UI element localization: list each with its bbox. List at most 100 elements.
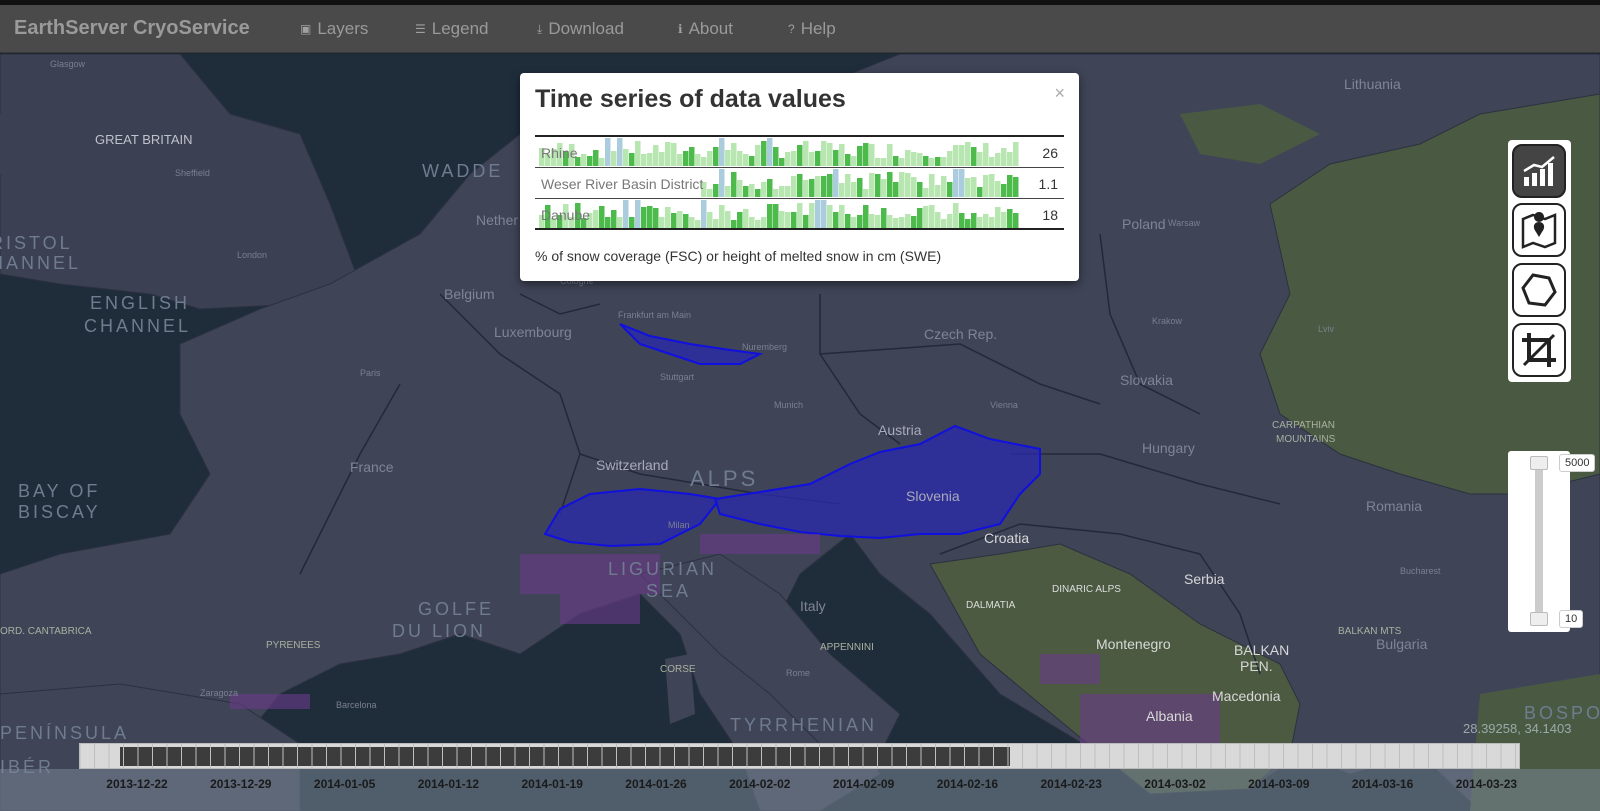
spark-bar	[755, 145, 761, 166]
series-name: Rhine	[541, 145, 578, 161]
spark-bar	[1013, 142, 1019, 166]
nav-about[interactable]: ℹ About	[678, 19, 733, 39]
region-tool-button[interactable]	[1512, 203, 1566, 257]
nav-download[interactable]: ⤓ Download	[537, 19, 624, 39]
polygon-icon	[1521, 273, 1557, 307]
spark-bar	[809, 179, 815, 197]
spark-bar	[947, 182, 953, 197]
spark-bar	[965, 142, 971, 166]
map-label-ligurian-1: LIGURIAN	[608, 559, 718, 579]
spark-bar	[647, 206, 653, 228]
nav-help[interactable]: ? Help	[788, 19, 836, 39]
spark-bar	[761, 141, 767, 166]
spark-bar	[953, 203, 959, 228]
nav-layers[interactable]: ▣ Layers	[300, 19, 368, 39]
map-label-paris: Paris	[360, 368, 381, 378]
map-label-albania: Albania	[1146, 708, 1193, 724]
spark-bar	[965, 219, 971, 228]
map-label-wadden: WADDE	[422, 161, 504, 181]
spark-bar	[845, 174, 851, 197]
spark-bar	[887, 172, 893, 197]
spark-bar	[803, 215, 809, 228]
spark-bar	[623, 200, 629, 228]
spark-bar	[881, 208, 887, 228]
series-row-weser[interactable]: Weser River Basin District 1.1	[535, 168, 1064, 199]
crop-icon	[1522, 333, 1556, 367]
elevation-max-handle[interactable]	[1530, 456, 1548, 470]
map-label-balkan-pen-2: PEN.	[1240, 658, 1273, 674]
series-row-danube[interactable]: Danube 18	[535, 199, 1064, 230]
nav-download-label: Download	[548, 19, 624, 38]
spark-bar	[887, 144, 893, 166]
spark-bar	[809, 203, 815, 228]
series-name: Danube	[541, 207, 591, 223]
spark-bar	[773, 147, 779, 166]
series-value: 26	[1042, 145, 1058, 161]
spark-bar	[623, 149, 629, 166]
elevation-track[interactable]	[1535, 465, 1543, 619]
spark-bar	[659, 217, 665, 228]
spark-bar	[593, 150, 599, 166]
spark-bar	[587, 156, 593, 166]
map-label-frankfurt: Frankfurt am Main	[618, 310, 692, 320]
map-label-apennini: APPENNINI	[820, 642, 874, 653]
elevation-min-handle[interactable]	[1530, 612, 1548, 626]
nav-legend[interactable]: ☰ Legend	[415, 19, 489, 39]
spark-bar	[689, 217, 695, 228]
spark-bar	[617, 217, 623, 228]
map-label-montenegro: Montenegro	[1096, 636, 1171, 652]
spark-bar	[809, 152, 815, 166]
polygon-tool-button[interactable]	[1512, 263, 1566, 317]
spark-bar	[875, 215, 881, 228]
spark-bar	[749, 156, 755, 166]
map-label-carpathian-2: MOUNTAINS	[1276, 434, 1336, 445]
series-row-rhine[interactable]: Rhine 26	[535, 137, 1064, 168]
spark-bar	[755, 189, 761, 197]
map-pin-icon	[1521, 212, 1557, 249]
map-label-milan: Milan	[668, 520, 690, 530]
spark-bar	[947, 151, 953, 166]
spark-bar	[671, 213, 677, 228]
map-label-poland: Poland	[1122, 216, 1166, 232]
spark-bar	[833, 169, 839, 197]
spark-bar	[719, 205, 725, 228]
spark-bar	[761, 182, 767, 197]
map-label-london: London	[237, 250, 268, 260]
spark-bar	[713, 184, 719, 197]
spark-bar	[689, 147, 695, 166]
chart-icon	[1523, 156, 1555, 186]
spark-bar	[941, 176, 947, 197]
chart-tool-button[interactable]	[1512, 144, 1566, 198]
spark-bar	[983, 175, 989, 197]
map-label-sheffield: Sheffield	[175, 168, 210, 178]
close-icon[interactable]: ×	[1054, 83, 1065, 104]
spark-bar	[995, 153, 1001, 166]
spark-bar	[737, 212, 743, 228]
timeline-date-label: 2014-03-23	[1455, 777, 1518, 791]
timeline-bar[interactable]	[79, 743, 1520, 769]
spark-bar	[743, 209, 749, 228]
spark-bar	[911, 177, 917, 197]
map-label-ligurian-2: SEA	[646, 581, 692, 601]
spark-bar	[713, 219, 719, 228]
spark-bar	[749, 184, 755, 197]
app-brand[interactable]: EarthServer CryoService	[14, 17, 250, 40]
map-label-france: France	[350, 459, 394, 475]
map-label-stuttgart: Stuttgart	[660, 372, 695, 382]
map-label-bulgaria: Bulgaria	[1376, 636, 1428, 652]
spark-bar	[971, 177, 977, 197]
elevation-slider[interactable]: 5000 10	[1508, 451, 1596, 632]
spark-bar	[977, 152, 983, 166]
spark-bar	[1013, 213, 1019, 228]
spark-bar	[749, 217, 755, 228]
spark-bar	[797, 174, 803, 197]
spark-bar	[947, 214, 953, 228]
timeline-date-label: 2014-03-02	[1144, 777, 1206, 791]
spark-bar	[971, 147, 977, 166]
map-label-corse: CORSE	[660, 664, 696, 675]
spark-bar	[839, 144, 845, 166]
series-name: Weser River Basin District	[541, 176, 704, 192]
crop-tool-button[interactable]	[1512, 323, 1566, 377]
spark-bar	[617, 138, 623, 166]
spark-bar	[821, 200, 827, 228]
